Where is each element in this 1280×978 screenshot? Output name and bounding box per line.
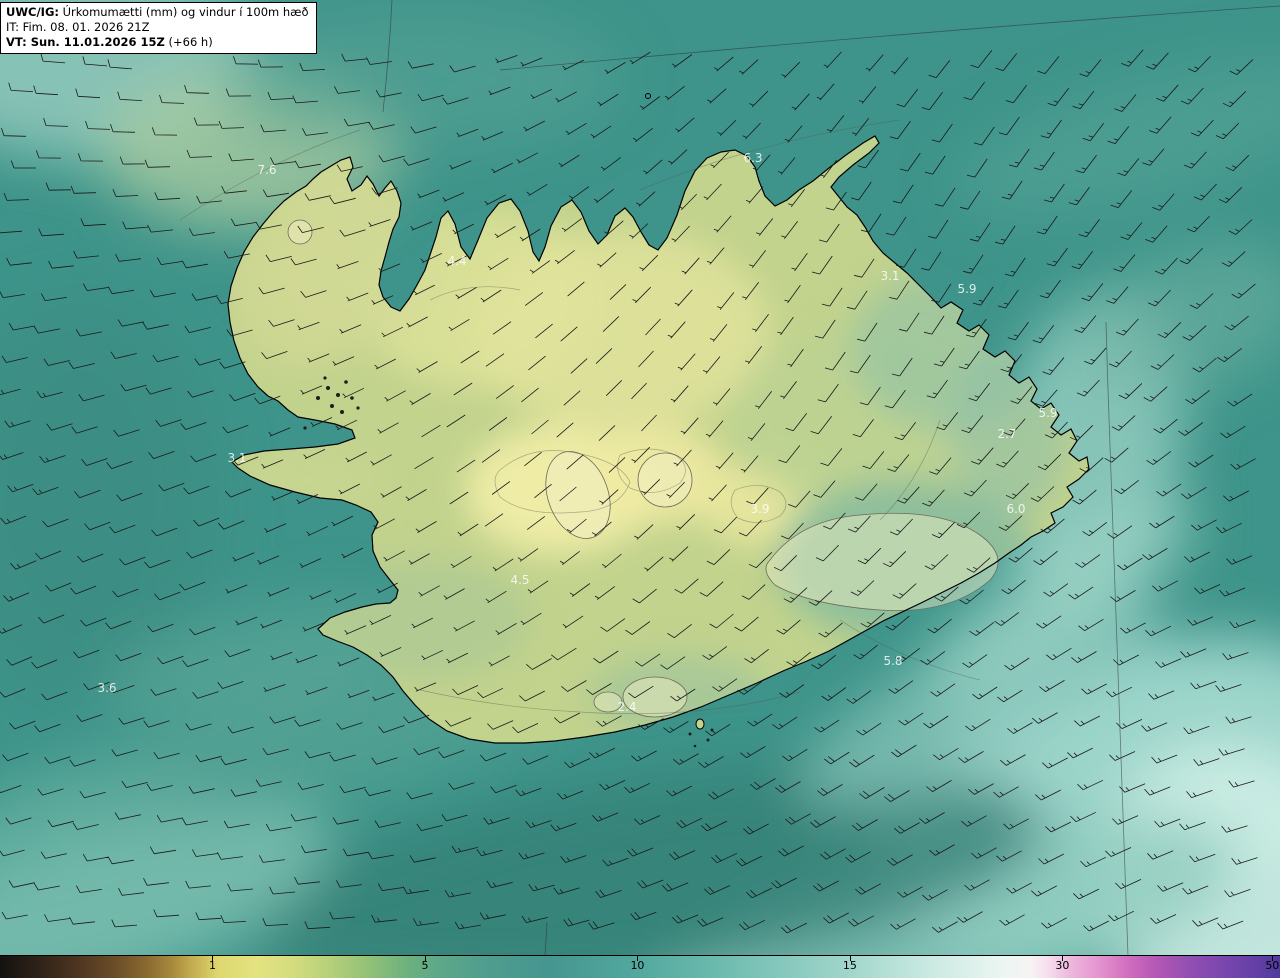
colorbar-tick-label: 5 [421,959,429,972]
precipitation-colorbar: 1 5 10 15 30 50 [0,955,1280,978]
precip-value-label: 6.3 [743,151,762,165]
precip-value-label: 3.1 [880,269,899,283]
valid-time: VT: Sun. 11.01.2026 15Z [6,34,165,49]
weather-map-page: 7.6 6.3 4.4 3.1 5.9 5.9 2.7 3.1 3.9 6.0 4.5 5.8 3.6 2… [0,0,1280,978]
valid-time-line: VT: Sun. 11.01.2026 15Z (+66 h) [6,35,309,50]
map-title: Úrkomumætti (mm) og vindur í 100m hæð [58,5,309,19]
forecast-info-box: UWC/IG: Úrkomumætti (mm) og vindur í 100… [0,2,317,54]
precip-value-label: 5.9 [957,282,976,296]
precip-value-label: 6.0 [1006,502,1025,516]
precip-value-label: 3.9 [750,502,769,516]
precip-value-label: 7.6 [257,163,276,177]
precip-value-label: 3.6 [97,681,116,695]
colorbar-tick-label: 30 [1055,959,1070,972]
colorbar-tick-label: 50 [1265,959,1280,972]
valid-offset: (+66 h) [164,34,213,49]
weather-map: 7.6 6.3 4.4 3.1 5.9 5.9 2.7 3.1 3.9 6.0 4.5 5.8 3.6 2… [0,0,1280,956]
precip-value-label: 3.1 [227,451,246,465]
init-time: IT: Fim. 08. 01. 2026 21Z [6,19,150,34]
colorbar-tick-label: 10 [630,959,645,972]
precip-value-label: 5.9 [1038,406,1057,420]
precip-value-label: 4.4 [447,254,466,268]
model-name: UWC/IG: [6,5,59,19]
colorbar-tick-label: 1 [208,959,216,972]
precip-value-label: 2.4 [617,700,636,714]
precip-value-label: 4.5 [510,573,529,587]
map-title-line: UWC/IG: Úrkomumætti (mm) og vindur í 100… [6,5,309,20]
precip-value-label: 2.7 [997,427,1016,441]
colorbar-tick-label: 15 [842,959,857,972]
precip-value-label: 5.8 [883,654,902,668]
